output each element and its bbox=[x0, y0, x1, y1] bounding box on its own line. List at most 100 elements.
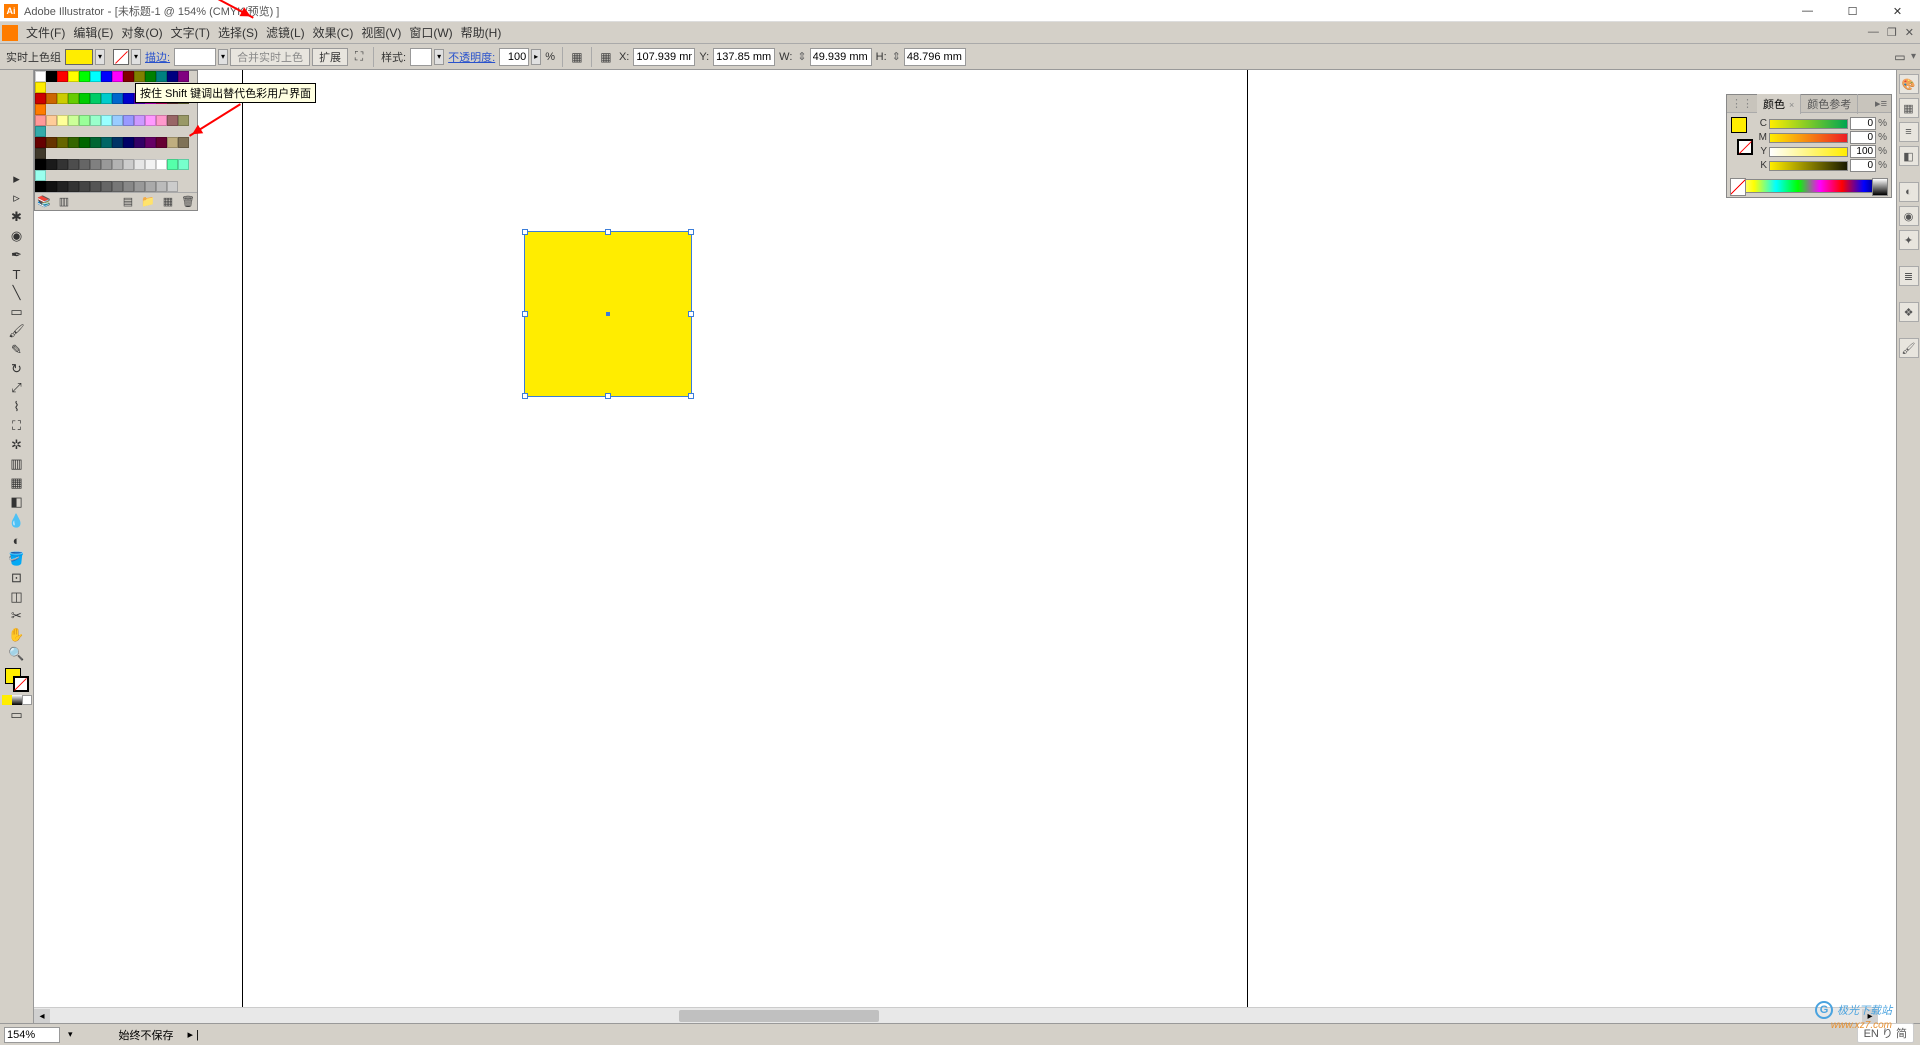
swatch[interactable] bbox=[57, 159, 68, 170]
style-dd[interactable]: ▾ bbox=[434, 49, 444, 65]
swatch[interactable] bbox=[134, 159, 145, 170]
color-spectrum[interactable] bbox=[1731, 179, 1887, 193]
delete-swatch-icon[interactable]: 🗑 bbox=[181, 195, 195, 209]
dock-layers-icon[interactable]: ≣ bbox=[1899, 266, 1919, 286]
expand-button[interactable]: 扩展 bbox=[312, 48, 348, 66]
fill-stroke-indicator[interactable] bbox=[5, 668, 29, 692]
menu-filter[interactable]: 滤镜(L) bbox=[262, 22, 309, 43]
panel-grip-icon[interactable]: ⋮⋮ bbox=[1727, 97, 1757, 110]
show-kinds-icon[interactable]: ▥ bbox=[57, 195, 71, 209]
blend-tool[interactable]: ◐ bbox=[6, 531, 28, 549]
mesh-tool[interactable]: ▦ bbox=[6, 474, 28, 492]
swatch[interactable] bbox=[35, 181, 46, 192]
doc-close-icon[interactable]: ✕ bbox=[1905, 26, 1914, 39]
direct-selection-tool[interactable]: ▹ bbox=[6, 189, 28, 207]
swatch[interactable] bbox=[101, 93, 112, 104]
collapse-icon[interactable]: ▾ bbox=[1911, 51, 1916, 62]
swatch[interactable] bbox=[57, 115, 68, 126]
panel-fill-stroke[interactable] bbox=[1731, 117, 1753, 155]
eyedropper-tool[interactable]: 💧 bbox=[6, 512, 28, 530]
zoom-input[interactable] bbox=[4, 1027, 60, 1043]
close-tab-icon[interactable]: × bbox=[1789, 100, 1794, 110]
swatch[interactable] bbox=[123, 93, 134, 104]
swatch[interactable] bbox=[46, 181, 57, 192]
menu-help[interactable]: 帮助(H) bbox=[457, 22, 506, 43]
swatch[interactable] bbox=[145, 71, 156, 82]
dock-symbols-icon[interactable]: ❖ bbox=[1899, 302, 1919, 322]
swatch[interactable] bbox=[178, 137, 189, 148]
free-transform-tool[interactable]: ⛶ bbox=[6, 417, 28, 435]
swatch[interactable] bbox=[57, 93, 68, 104]
swatch[interactable] bbox=[35, 148, 46, 159]
dock-gradient-icon[interactable]: ◧ bbox=[1899, 146, 1919, 166]
isolate-icon[interactable]: ⛶ bbox=[350, 48, 368, 66]
menu-type[interactable]: 文字(T) bbox=[167, 22, 214, 43]
swatch[interactable] bbox=[79, 71, 90, 82]
color-mode-row[interactable] bbox=[2, 695, 32, 705]
swatch[interactable] bbox=[57, 71, 68, 82]
swatch[interactable] bbox=[90, 115, 101, 126]
swatch[interactable] bbox=[68, 159, 79, 170]
pencil-tool[interactable]: ✎ bbox=[6, 341, 28, 359]
swatch[interactable] bbox=[167, 137, 178, 148]
dock-graphic-styles-icon[interactable]: ✦ bbox=[1899, 230, 1919, 250]
menu-effect[interactable]: 效果(C) bbox=[309, 22, 358, 43]
warp-tool[interactable]: ⌇ bbox=[6, 398, 28, 416]
swatch[interactable] bbox=[123, 115, 134, 126]
m-value[interactable] bbox=[1850, 131, 1876, 144]
status-nav-icon[interactable]: ▸ | bbox=[188, 1028, 199, 1041]
swatch[interactable] bbox=[101, 137, 112, 148]
graph-tool[interactable]: ▥ bbox=[6, 455, 28, 473]
swatch[interactable] bbox=[156, 71, 167, 82]
swatch[interactable] bbox=[145, 115, 156, 126]
dock-color-icon[interactable]: 🎨 bbox=[1899, 74, 1919, 94]
panel-menu-icon[interactable]: ▸≡ bbox=[1871, 97, 1891, 110]
swatch[interactable] bbox=[35, 170, 46, 181]
dock-transparency-icon[interactable]: ◐ bbox=[1899, 182, 1919, 202]
type-tool[interactable]: T bbox=[6, 265, 28, 283]
swatch[interactable] bbox=[68, 181, 79, 192]
minimize-button[interactable]: — bbox=[1785, 0, 1830, 22]
c-slider[interactable] bbox=[1769, 119, 1848, 129]
stroke-color-swatch[interactable] bbox=[113, 49, 129, 65]
swatch[interactable] bbox=[68, 115, 79, 126]
zoom-tool[interactable]: 🔍 bbox=[6, 645, 28, 663]
pen-tool[interactable]: ✒ bbox=[6, 246, 28, 264]
swatch[interactable] bbox=[167, 115, 178, 126]
dock-appearance-icon[interactable]: ◉ bbox=[1899, 206, 1919, 226]
swatch[interactable] bbox=[68, 137, 79, 148]
style-swatch[interactable] bbox=[410, 48, 432, 66]
opacity-input[interactable] bbox=[499, 48, 529, 66]
swatch[interactable] bbox=[156, 115, 167, 126]
swatch[interactable] bbox=[134, 115, 145, 126]
y-value[interactable] bbox=[1850, 145, 1876, 158]
swatch[interactable] bbox=[112, 71, 123, 82]
swatch[interactable] bbox=[35, 137, 46, 148]
h-input[interactable] bbox=[904, 48, 966, 66]
tab-color[interactable]: 颜色× bbox=[1757, 94, 1801, 114]
swatch[interactable] bbox=[79, 115, 90, 126]
handle-tm[interactable] bbox=[605, 229, 611, 235]
m-slider[interactable] bbox=[1769, 133, 1848, 143]
y-input[interactable] bbox=[713, 48, 775, 66]
swatch[interactable] bbox=[112, 159, 123, 170]
paintbrush-tool[interactable]: 🖌 bbox=[6, 322, 28, 340]
maximize-button[interactable]: ☐ bbox=[1830, 0, 1875, 22]
dock-brushes-icon[interactable]: 🖌 bbox=[1899, 338, 1919, 358]
zoom-dd-icon[interactable]: ▾ bbox=[68, 1029, 73, 1040]
swatch[interactable] bbox=[46, 137, 57, 148]
swatch[interactable] bbox=[46, 115, 57, 126]
handle-tl[interactable] bbox=[522, 229, 528, 235]
panel-toggle-icon[interactable]: ▭ bbox=[1891, 48, 1909, 66]
swatch[interactable] bbox=[134, 181, 145, 192]
rectangle-tool[interactable]: ▭ bbox=[6, 303, 28, 321]
swatch[interactable] bbox=[112, 181, 123, 192]
swatch[interactable] bbox=[90, 71, 101, 82]
k-value[interactable] bbox=[1850, 159, 1876, 172]
swatch[interactable] bbox=[90, 137, 101, 148]
screen-mode-normal[interactable]: ▭ bbox=[6, 706, 28, 724]
swatch[interactable] bbox=[35, 115, 46, 126]
swatch[interactable] bbox=[79, 181, 90, 192]
swatch[interactable] bbox=[90, 93, 101, 104]
handle-ml[interactable] bbox=[522, 311, 528, 317]
